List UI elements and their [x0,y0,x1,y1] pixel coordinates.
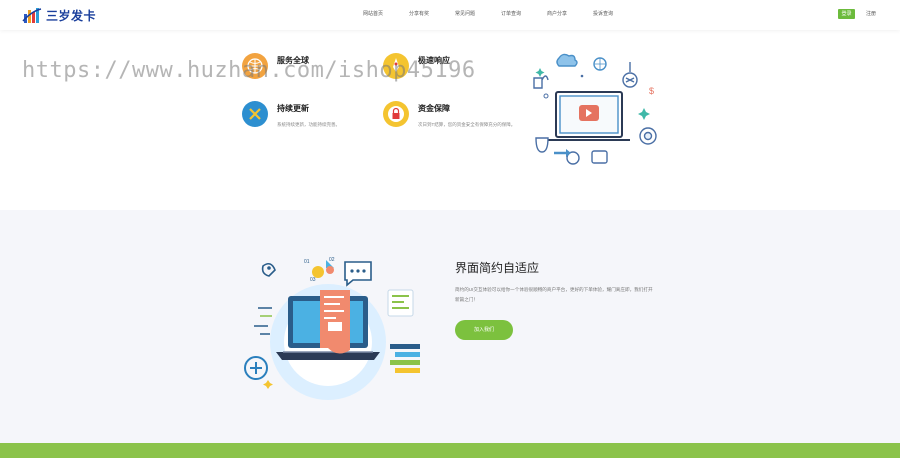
svg-text:$: $ [649,86,654,96]
logo[interactable]: 三岁发卡 [22,6,96,24]
svg-text:02: 02 [329,257,335,263]
top-navbar: 三岁发卡 网站首页 分享有奖 常见问题 订单查询 商户分享 投诉查询 登录 注册 [0,0,900,30]
feature-desc-funds: 次日到T结算，您的资金安全有保障充分的保障。 [418,122,516,127]
section-description: 简约的UI交互体验可以给你一个体验很顺畅的商户平台，更好的下单体验，耀门离庄即，… [455,287,653,302]
feature-title-updates: 持续更新 [277,104,309,113]
svg-text:01: 01 [304,259,310,265]
nav-item-share[interactable]: 分享有奖 [396,10,442,17]
nav-item-orders[interactable]: 订单查询 [488,10,534,17]
feature-desc-updates: 系统持续更新，功能持续完善。 [277,122,340,127]
nav-item-complaint[interactable]: 投诉查询 [580,10,626,17]
laptop-illustration: 01 02 03 [244,257,420,400]
feature-section [0,210,900,443]
svg-text:03: 03 [310,277,316,283]
main-nav: 网站首页 分享有奖 常见问题 订单查询 商户分享 投诉查询 [340,10,626,17]
feature-title-funds: 资金保障 [418,104,450,113]
logo-icon [22,8,42,23]
section-title: 界面简约自适应 [455,261,540,275]
lock-icon [383,101,409,127]
tools-icon [242,101,268,127]
brand-name: 三岁发卡 [46,8,97,23]
footer-band [0,443,900,458]
nav-item-faq[interactable]: 常见问题 [442,10,488,17]
register-link[interactable]: 注册 [866,9,876,19]
join-us-button[interactable]: 加入我们 [455,320,513,340]
nav-item-home[interactable]: 网站首页 [350,10,396,17]
media-illustration: $ [533,53,657,165]
login-button[interactable]: 登录 [838,9,855,19]
watermark: https://www.huzhan.com/ishop45196 [22,58,476,83]
nav-item-merchant[interactable]: 商户分享 [534,10,580,17]
